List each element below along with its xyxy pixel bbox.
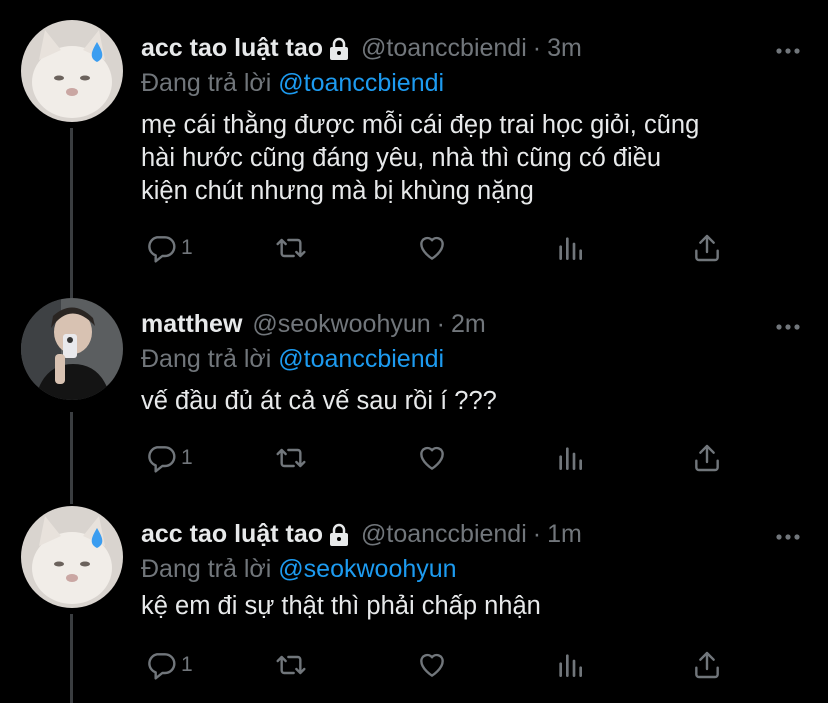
like-button[interactable] <box>416 648 448 682</box>
timestamp[interactable]: 3m <box>547 31 582 65</box>
display-name[interactable]: matthew <box>141 307 242 341</box>
views-icon <box>559 654 582 677</box>
reply-icon <box>148 653 176 680</box>
replying-to: Đang trả lời @toanccbiendi <box>141 66 444 100</box>
reply-icon <box>148 236 176 263</box>
display-name[interactable]: acc tao luật tao <box>141 31 323 65</box>
like-button[interactable] <box>416 441 448 475</box>
views-button[interactable] <box>554 441 586 475</box>
retweet-button[interactable] <box>275 648 307 682</box>
tweet-text-line: vế đầu đủ át cả vế sau rồi í ??? <box>141 387 497 415</box>
tweet-text-line: mẹ cái thằng được mỗi cái đẹp trai học g… <box>141 111 700 139</box>
reply-count: 1 <box>181 236 193 259</box>
tweet-actions: 1 <box>141 231 731 265</box>
share-button[interactable] <box>691 231 723 265</box>
cat-crying-avatar[interactable] <box>21 20 123 122</box>
share-icon <box>695 444 719 472</box>
tweet-text: vế đầu đủ át cả vế sau rồi í ??? <box>141 385 497 418</box>
heart-icon <box>420 236 444 260</box>
tweet-text-line: kiện chút nhưng mà bị khùng nặng <box>141 177 534 205</box>
separator-dot: · <box>436 310 445 338</box>
heart-icon <box>420 446 444 470</box>
replying-to: Đang trả lời @seokwoohyun <box>141 552 457 586</box>
replying-to: Đang trả lời @toanccbiendi <box>141 342 444 376</box>
tweet[interactable]: acc tao luật tao @toanccbiendi · 3m Đang… <box>0 20 828 290</box>
separator-dot: · <box>532 520 542 548</box>
tweet-text: mẹ cái thằng được mỗi cái đẹp trai học g… <box>141 109 699 208</box>
replying-prefix: Đang trả lời <box>141 345 272 373</box>
more-icon[interactable] <box>775 318 801 330</box>
share-button[interactable] <box>691 441 723 475</box>
tweet-actions: 1 <box>141 441 731 475</box>
tweet-text: kệ em đi sự thật thì phải chấp nhận <box>141 590 541 623</box>
tweet-actions: 1 <box>141 648 731 682</box>
more-icon[interactable] <box>775 528 801 540</box>
separator-dot: · <box>532 34 542 62</box>
timestamp[interactable]: 2m <box>451 307 486 341</box>
mention-link[interactable]: @seokwoohyun <box>278 555 456 583</box>
retweet-button[interactable] <box>275 441 307 475</box>
share-icon <box>695 234 719 262</box>
retweet-icon <box>276 655 306 675</box>
mirror-selfie-avatar[interactable] <box>21 298 123 400</box>
tweet[interactable]: acc tao luật tao @toanccbiendi · 1m Đang… <box>0 506 828 703</box>
retweet-button[interactable] <box>275 231 307 265</box>
display-name[interactable]: acc tao luật tao <box>141 517 323 551</box>
views-icon <box>559 447 582 470</box>
views-button[interactable] <box>554 648 586 682</box>
reply-count: 1 <box>181 653 193 676</box>
tweet-text-line: kệ em đi sự thật thì phải chấp nhận <box>141 592 541 620</box>
replying-prefix: Đang trả lời <box>141 69 272 97</box>
cat-crying-avatar[interactable] <box>21 506 123 608</box>
reply-count: 1 <box>181 446 193 469</box>
reply-icon <box>148 446 176 473</box>
tweet-text-line: hài hước cũng đáng yêu, nhà thì cũng có … <box>141 144 662 172</box>
more-icon[interactable] <box>775 42 801 54</box>
retweet-icon <box>276 238 306 258</box>
mention-link[interactable]: @toanccbiendi <box>278 69 444 97</box>
user-handle[interactable]: @seokwoohyun <box>252 307 430 341</box>
replying-prefix: Đang trả lời <box>141 555 272 583</box>
tweet[interactable]: matthew @seokwoohyun · 2m Đang trả lời @… <box>0 296 828 496</box>
lock-icon <box>327 522 351 546</box>
share-button[interactable] <box>691 648 723 682</box>
reply-button[interactable]: 1 <box>145 648 193 682</box>
share-icon <box>695 651 719 679</box>
like-button[interactable] <box>416 231 448 265</box>
views-button[interactable] <box>554 231 586 265</box>
reply-button[interactable]: 1 <box>145 231 193 265</box>
mention-link[interactable]: @toanccbiendi <box>278 345 444 373</box>
views-icon <box>559 237 582 260</box>
timestamp[interactable]: 1m <box>547 517 582 551</box>
user-handle[interactable]: @toanccbiendi <box>361 517 527 551</box>
retweet-icon <box>276 448 306 468</box>
reply-button[interactable]: 1 <box>145 441 193 475</box>
heart-icon <box>420 653 444 677</box>
user-handle[interactable]: @toanccbiendi <box>361 31 527 65</box>
lock-icon <box>327 36 351 60</box>
